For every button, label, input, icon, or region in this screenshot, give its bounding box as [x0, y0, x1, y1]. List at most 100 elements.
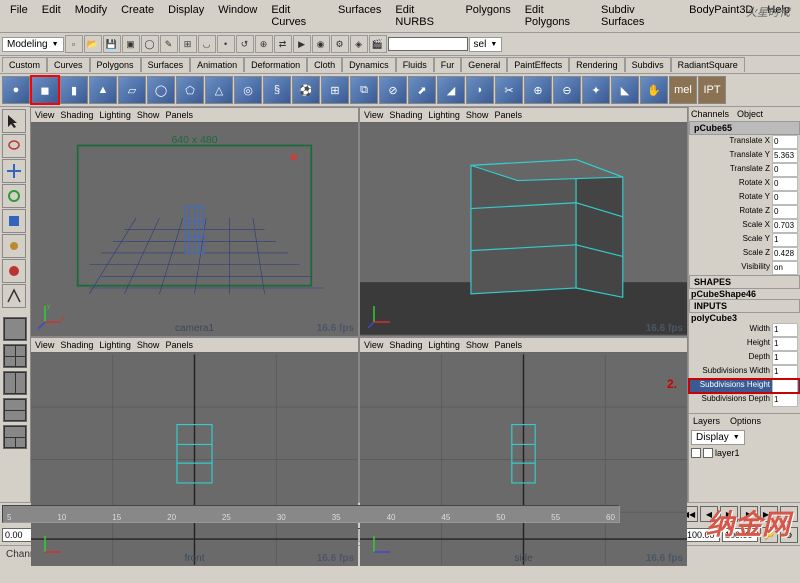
input-attr[interactable]: Height1: [689, 337, 800, 351]
lasso-tool[interactable]: [2, 134, 26, 158]
menu-edit[interactable]: Edit: [36, 2, 67, 30]
poly-prism-icon[interactable]: ⬠: [176, 76, 204, 104]
render-globals-icon[interactable]: ⚙: [331, 35, 349, 53]
single-layout-icon[interactable]: [3, 317, 27, 341]
channel-attr[interactable]: Visibilityon: [689, 261, 800, 275]
snap-point-icon[interactable]: •: [217, 35, 235, 53]
channel-attr[interactable]: Rotate Z0: [689, 205, 800, 219]
channel-attr[interactable]: Scale Z0.428: [689, 247, 800, 261]
new-scene-icon[interactable]: ▫: [65, 35, 83, 53]
combine-icon[interactable]: ⊞: [321, 76, 349, 104]
history-icon[interactable]: ↺: [236, 35, 254, 53]
sel-dropdown[interactable]: sel: [469, 37, 503, 52]
poly-helix-icon[interactable]: §: [263, 76, 291, 104]
split-icon[interactable]: ✂: [495, 76, 523, 104]
shape-name[interactable]: pCubeShape46: [689, 289, 800, 299]
play-back-icon[interactable]: ▶: [720, 506, 738, 522]
clapper-icon[interactable]: 🎬: [369, 35, 387, 53]
ipt-icon[interactable]: IPT: [698, 76, 726, 104]
sculpt-icon[interactable]: ✋: [640, 76, 668, 104]
menu-window[interactable]: Window: [212, 2, 263, 30]
shelf-tab-radiantsquare[interactable]: RadiantSquare: [671, 57, 745, 72]
input-attr[interactable]: Width1: [689, 323, 800, 337]
open-scene-icon[interactable]: 📂: [84, 35, 102, 53]
rotate-tool[interactable]: [2, 184, 26, 208]
step-fwd-icon[interactable]: ⏭: [780, 506, 798, 522]
layer-visible-toggle[interactable]: [691, 448, 701, 458]
menu-create[interactable]: Create: [115, 2, 160, 30]
channel-attr[interactable]: Translate Z0: [689, 163, 800, 177]
prefs-icon[interactable]: ⚙: [780, 527, 798, 543]
channel-attr[interactable]: Translate Y5.363: [689, 149, 800, 163]
extrude-icon[interactable]: ⬈: [408, 76, 436, 104]
menu-edit-polygons[interactable]: Edit Polygons: [519, 2, 593, 30]
channel-attr[interactable]: Rotate X0: [689, 177, 800, 191]
construction-icon[interactable]: ⊕: [255, 35, 273, 53]
channel-attr[interactable]: Scale Y1: [689, 233, 800, 247]
four-view-layout-icon[interactable]: [3, 344, 27, 368]
shelf-tab-custom[interactable]: Custom: [2, 57, 47, 72]
shelf-tab-painteffects[interactable]: PaintEffects: [507, 57, 569, 72]
scale-tool[interactable]: [2, 209, 26, 233]
shelf-tab-fur[interactable]: Fur: [434, 57, 462, 72]
object-name[interactable]: pCube65: [689, 121, 800, 135]
wedge-icon[interactable]: ◣: [611, 76, 639, 104]
select-icon[interactable]: ▣: [122, 35, 140, 53]
anim-end-field[interactable]: 100.00: [722, 528, 758, 542]
soft-mod-tool[interactable]: [2, 259, 26, 283]
menu-modify[interactable]: Modify: [69, 2, 113, 30]
poly-sphere-icon[interactable]: ●: [2, 76, 30, 104]
command-input[interactable]: [388, 37, 468, 51]
paint-select-icon[interactable]: ✎: [160, 35, 178, 53]
shelf-tab-curves[interactable]: Curves: [47, 57, 90, 72]
viewport-front[interactable]: ViewShadingLightingShowPanels front 16.6…: [31, 338, 358, 566]
menu-file[interactable]: File: [4, 2, 34, 30]
prev-key-icon[interactable]: ◀: [700, 506, 718, 522]
input-output-icon[interactable]: ⇄: [274, 35, 292, 53]
merge-icon[interactable]: ⊕: [524, 76, 552, 104]
shelf-tab-deformation[interactable]: Deformation: [244, 57, 307, 72]
layers-menu[interactable]: Layers: [693, 416, 720, 426]
menu-edit-curves[interactable]: Edit Curves: [265, 2, 330, 30]
poly-soccer-icon[interactable]: ⚽: [292, 76, 320, 104]
poly-pipe-icon[interactable]: ◎: [234, 76, 262, 104]
menu-surfaces[interactable]: Surfaces: [332, 2, 387, 30]
show-manip-tool[interactable]: [2, 284, 26, 308]
poke-icon[interactable]: ✦: [582, 76, 610, 104]
shelf-tab-fluids[interactable]: Fluids: [396, 57, 434, 72]
two-side-layout-icon[interactable]: [3, 371, 27, 395]
layers-options[interactable]: Options: [730, 416, 761, 426]
menu-edit-nurbs[interactable]: Edit NURBS: [389, 2, 457, 30]
input-node[interactable]: polyCube3: [689, 313, 800, 323]
auto-key-icon[interactable]: 🔑: [760, 527, 778, 543]
time-track[interactable]: 51015202530354045505560: [2, 505, 620, 523]
shelf-tab-animation[interactable]: Animation: [190, 57, 244, 72]
poly-cone-icon[interactable]: ▲: [89, 76, 117, 104]
input-attr[interactable]: Subdivisions Height3: [689, 379, 800, 393]
shelf-tab-cloth[interactable]: Cloth: [307, 57, 342, 72]
shelf-tab-general[interactable]: General: [461, 57, 507, 72]
mel-icon[interactable]: mel: [669, 76, 697, 104]
poly-cylinder-icon[interactable]: ▮: [60, 76, 88, 104]
ipr-icon[interactable]: ◉: [312, 35, 330, 53]
display-dropdown[interactable]: Display: [691, 430, 745, 445]
snap-grid-icon[interactable]: ⊞: [179, 35, 197, 53]
shelf-tab-rendering[interactable]: Rendering: [569, 57, 625, 72]
mode-dropdown[interactable]: Modeling: [2, 37, 64, 52]
collapse-icon[interactable]: ⊖: [553, 76, 581, 104]
viewport-persp[interactable]: ViewShadingLightingShowPanels 640 x 480: [31, 108, 358, 336]
extract-icon[interactable]: ⧉: [350, 76, 378, 104]
input-attr[interactable]: Subdivisions Depth1: [689, 393, 800, 407]
poly-plane-icon[interactable]: ▱: [118, 76, 146, 104]
object-tab[interactable]: Object: [737, 109, 763, 119]
layer-row[interactable]: layer1: [689, 447, 800, 459]
manip-tool[interactable]: [2, 234, 26, 258]
channel-attr[interactable]: Scale X0.703: [689, 219, 800, 233]
input-attr[interactable]: Depth1: [689, 351, 800, 365]
layer-type-toggle[interactable]: [703, 448, 713, 458]
channels-tab[interactable]: Channels: [691, 109, 729, 119]
next-key-icon[interactable]: ▶▶: [760, 506, 778, 522]
shelf-tab-polygons[interactable]: Polygons: [90, 57, 141, 72]
hypershade-icon[interactable]: ◈: [350, 35, 368, 53]
menu-subdiv[interactable]: Subdiv Surfaces: [595, 2, 681, 30]
